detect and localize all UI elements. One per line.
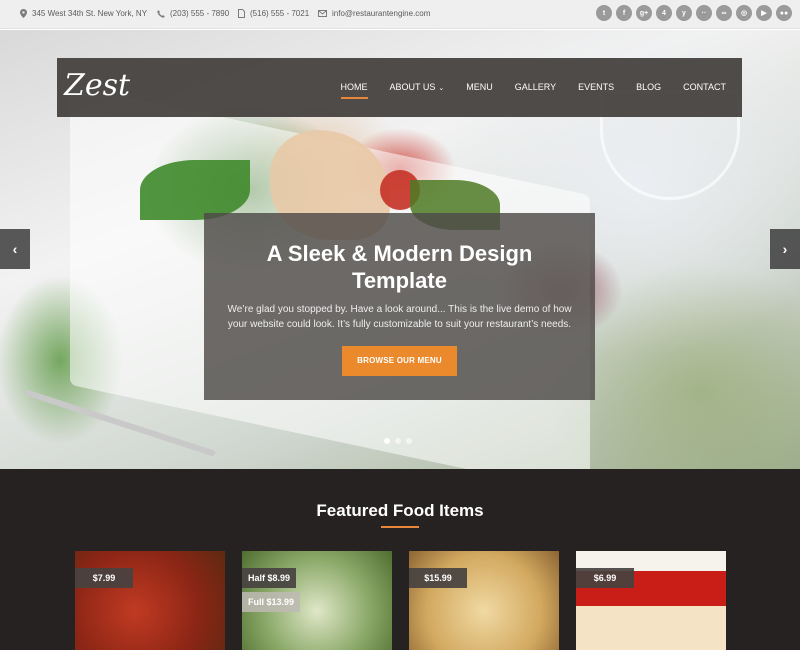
nav-item-label: ABOUT US <box>389 82 436 92</box>
nav-item-home[interactable]: HOME <box>340 82 368 99</box>
main-navigation: Zest HOME ABOUT US ⌄ MENU GALLERY EVENTS BLOG C… <box>57 58 742 117</box>
phone-info[interactable]: (203) 555 - 7890 <box>157 9 229 18</box>
food-card-4[interactable]: $6.99 <box>576 551 726 650</box>
site-logo[interactable]: Zest <box>64 68 130 103</box>
youtube-icon[interactable]: ▶ <box>756 5 772 21</box>
nav-item-label: EVENTS <box>578 82 615 92</box>
google-plus-icon[interactable]: g+ <box>636 5 652 21</box>
nav-item-label: CONTACT <box>683 82 726 92</box>
price-badge: $15.99 <box>409 568 467 588</box>
instagram-icon[interactable]: ◎ <box>736 5 752 21</box>
hero-description: We’re glad you stopped by. Have a look a… <box>227 304 572 330</box>
price-badge-full: Full $13.99 <box>242 592 301 612</box>
top-info-bar: 345 West 34th St. New York, NY (203) 555… <box>0 0 800 29</box>
food-card-3[interactable]: $15.99 <box>409 551 559 650</box>
browse-menu-button[interactable]: BROWSE OUR MENU <box>342 346 457 376</box>
map-pin-icon <box>20 9 27 18</box>
nav-item-menu[interactable]: MENU <box>466 82 493 92</box>
email-info[interactable]: info@restaurantengine.com <box>318 9 430 18</box>
phone-icon <box>157 9 165 18</box>
email-link[interactable]: info@restaurantengine.com <box>332 9 430 18</box>
address-info: 345 West 34th St. New York, NY <box>20 9 147 18</box>
nav-item-about-us[interactable]: ABOUT US ⌄ <box>390 82 445 92</box>
flickr-icon[interactable]: ·· <box>696 5 712 21</box>
title-underline <box>381 526 419 528</box>
fax-text: (516) 555 - 7021 <box>250 9 310 18</box>
food-card-1[interactable]: $7.99 <box>75 551 225 650</box>
foursquare-icon[interactable]: 4 <box>656 5 672 21</box>
nav-menu: HOME ABOUT US ⌄ MENU GALLERY EVENTS BLOG CONTAC… <box>319 82 726 99</box>
chevron-left-icon: ‹ <box>12 241 18 257</box>
yelp-icon[interactable]: y <box>676 5 692 21</box>
nav-item-label: MENU <box>466 82 493 92</box>
slider-dot-1[interactable] <box>384 438 390 444</box>
fax-info: (516) 555 - 7021 <box>238 9 309 18</box>
facebook-icon[interactable]: f <box>616 5 632 21</box>
food-card-2[interactable]: Half $8.99 Full $13.99 <box>242 551 392 650</box>
nav-item-label: GALLERY <box>514 82 557 92</box>
hero-caption: A Sleek & Modern Design Template We’re g… <box>204 213 595 400</box>
price-badge: $7.99 <box>75 568 133 588</box>
nav-item-blog[interactable]: BLOG <box>636 82 661 92</box>
slider-prev-button[interactable]: ‹ <box>0 229 30 269</box>
nav-item-gallery[interactable]: GALLERY <box>515 82 556 92</box>
phone-text: (203) 555 - 7890 <box>170 9 230 18</box>
social-links: t f g+ 4 y ·· ∞ ◎ ▶ ●● <box>596 5 792 21</box>
featured-section: Featured Food Items $7.99 Half $8.99 Ful… <box>0 469 800 650</box>
slider-next-button[interactable]: › <box>770 229 800 269</box>
slider-dot-2[interactable] <box>395 438 401 444</box>
nav-item-events[interactable]: EVENTS <box>578 82 614 92</box>
chevron-down-icon: ⌄ <box>438 85 445 92</box>
document-icon <box>238 9 245 18</box>
hero-title: A Sleek & Modern Design Template <box>266 241 533 293</box>
flickr-dots-icon[interactable]: ●● <box>776 5 792 21</box>
address-text: 345 West 34th St. New York, NY <box>32 9 148 18</box>
price-badge: $6.99 <box>576 568 634 588</box>
envelope-icon <box>318 10 327 17</box>
featured-title: Featured Food Items <box>316 501 484 520</box>
nav-item-label: HOME <box>340 82 368 92</box>
hero-image-greens <box>140 160 250 220</box>
nav-item-contact[interactable]: CONTACT <box>683 82 726 92</box>
tripadvisor-icon[interactable]: ∞ <box>716 5 732 21</box>
nav-item-label: BLOG <box>636 82 662 92</box>
slider-dots <box>384 438 412 444</box>
price-badge-half: Half $8.99 <box>242 568 297 588</box>
slider-dot-3[interactable] <box>406 438 412 444</box>
chevron-right-icon: › <box>782 241 788 257</box>
twitter-icon[interactable]: t <box>596 5 612 21</box>
